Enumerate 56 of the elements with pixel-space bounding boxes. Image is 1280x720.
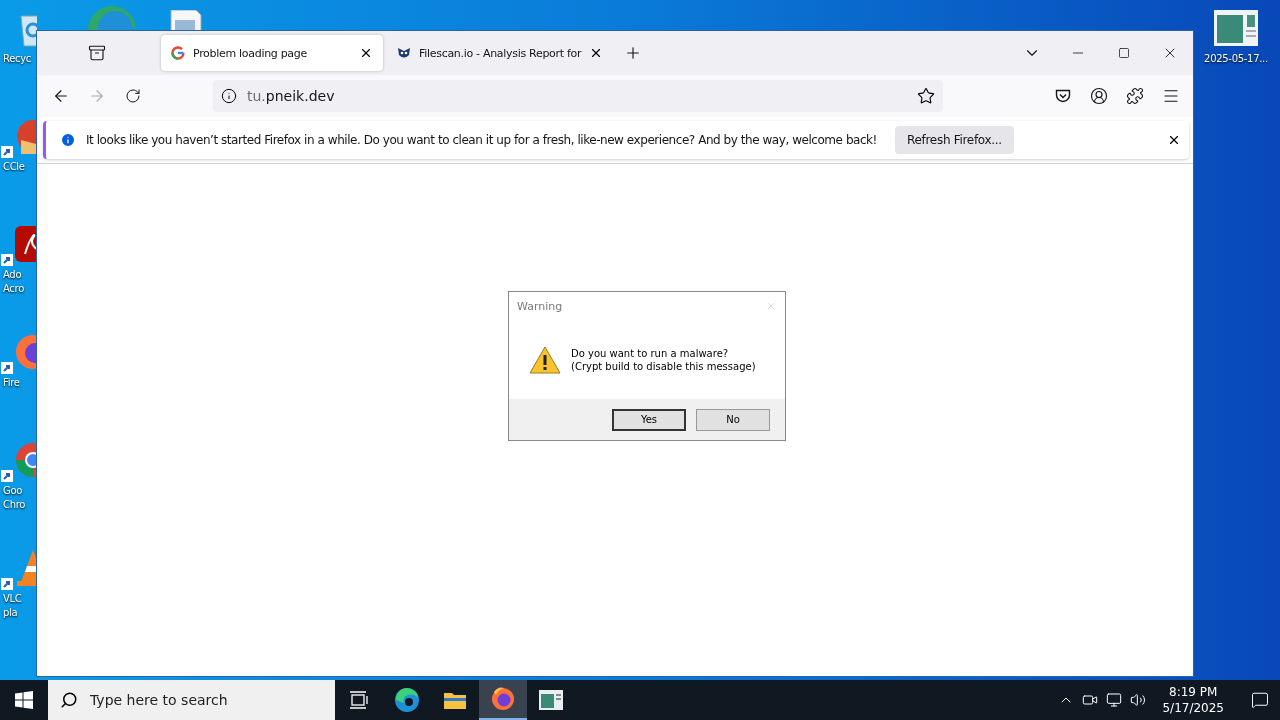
task-view-icon[interactable]	[349, 691, 369, 709]
google-icon	[171, 46, 185, 60]
dialog-title: Warning	[517, 299, 563, 313]
browser-tab[interactable]: Filescan.io - Analysis Report for	[387, 35, 614, 71]
extensions-icon[interactable]	[1126, 87, 1144, 105]
address-bar[interactable]: tu.pneik.dev	[213, 80, 943, 112]
pocket-icon[interactable]	[1055, 88, 1071, 104]
desktop-icon-label: Acro	[3, 282, 24, 296]
dialog-button[interactable]: No	[696, 408, 770, 431]
shortcut-arrow-icon	[1, 470, 13, 482]
windows-logo-icon[interactable]	[15, 691, 33, 709]
viewer-app-icon[interactable]	[539, 690, 563, 710]
info-icon[interactable]	[221, 88, 237, 104]
refresh-firefox-button[interactable]: Refresh Firefox...	[894, 126, 1014, 154]
taskbar-search-field[interactable]: Type here to search	[48, 680, 335, 720]
notification-center-icon[interactable]	[1251, 691, 1269, 709]
star-icon[interactable]	[917, 87, 935, 105]
clock[interactable]: 8:19 PM 5/17/2025	[1154, 684, 1232, 716]
desktop-icon-label: Fire	[3, 376, 20, 390]
menu-icon[interactable]	[1162, 87, 1180, 105]
account-icon[interactable]	[1090, 87, 1108, 105]
search-icon	[60, 691, 78, 709]
warning-icon	[529, 345, 561, 374]
dialog-message: Do you want to run a malware? (Crypt build to disable this message)	[571, 346, 756, 373]
edge-icon[interactable]	[394, 687, 420, 713]
desktop-icon-label: Chro	[3, 498, 26, 512]
close-icon[interactable]	[1167, 133, 1181, 147]
shortcut-arrow-icon	[1, 362, 13, 374]
image-file-icon[interactable]	[1214, 10, 1258, 46]
reload-icon[interactable]	[125, 88, 141, 104]
folder-icon[interactable]	[443, 690, 467, 710]
browser-tab[interactable]: Problem loading page	[161, 35, 383, 71]
desktop-icon-label: Ado	[3, 268, 22, 282]
document-icon[interactable]	[170, 10, 202, 30]
desktop-icon-label: pla	[3, 606, 18, 620]
info-icon	[60, 132, 76, 148]
network-icon[interactable]	[1106, 692, 1123, 708]
desktop-icon-label: 2025-05-17...	[1204, 52, 1268, 66]
firefox-icon[interactable]	[490, 686, 516, 712]
maximize-icon[interactable]	[1118, 47, 1130, 59]
shortcut-arrow-icon	[1, 146, 13, 158]
back-icon[interactable]	[52, 87, 70, 105]
desktop-icon-label: Goo	[3, 484, 23, 498]
desktop-icon-label: VLC	[3, 592, 22, 606]
camera-icon[interactable]	[1082, 692, 1099, 708]
desktop-icon-label: CCle	[3, 160, 25, 174]
owl-icon	[397, 47, 411, 59]
shortcut-arrow-icon	[1, 254, 13, 266]
dialog-button[interactable]: Yes	[612, 408, 686, 431]
shortcut-arrow-icon	[1, 578, 13, 590]
pdf-app-icon[interactable]	[13, 224, 37, 264]
desktop-icon-label: Recyc	[3, 52, 32, 66]
firefox-view-icon[interactable]	[88, 44, 106, 62]
close-icon[interactable]	[359, 46, 373, 60]
volume-icon[interactable]	[1130, 692, 1147, 708]
notification-message: It looks like you haven’t started Firefox in a while. Do you want to clean it up for a fresh, like-new experience? And by the way, welcome back!	[86, 133, 877, 147]
